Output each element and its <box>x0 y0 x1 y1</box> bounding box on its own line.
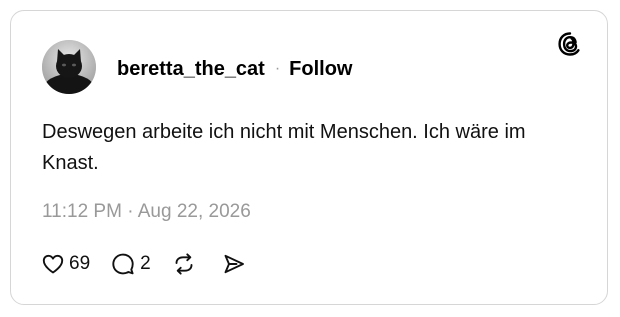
post-timestamp[interactable]: 11:12 PM · Aug 22, 2026 <box>42 201 251 223</box>
reply-count: 2 <box>140 253 151 274</box>
heart-icon <box>41 252 65 276</box>
repost-button[interactable] <box>171 251 197 277</box>
action-bar: 69 2 <box>41 250 247 278</box>
separator-dot: · <box>274 60 281 77</box>
avatar[interactable] <box>42 40 96 94</box>
post-body-text: Deswegen arbeite ich nicht mit Menschen.… <box>42 121 526 174</box>
black-cat-avatar-icon <box>42 40 96 94</box>
send-icon <box>221 251 247 277</box>
reply-button[interactable]: 2 <box>110 251 151 277</box>
post-header: beretta_the_cat · Follow <box>117 55 353 83</box>
follow-button[interactable]: Follow <box>289 58 352 81</box>
username-link[interactable]: beretta_the_cat <box>117 58 265 81</box>
threads-logo-icon[interactable] <box>557 31 583 57</box>
share-button[interactable] <box>221 251 247 277</box>
repost-arrows-icon <box>171 251 197 277</box>
comment-bubble-icon <box>110 251 136 277</box>
like-count: 69 <box>69 253 91 274</box>
post-card: beretta_the_cat · Follow Deswegen arbeit… <box>10 10 608 305</box>
like-button[interactable]: 69 <box>41 252 90 276</box>
